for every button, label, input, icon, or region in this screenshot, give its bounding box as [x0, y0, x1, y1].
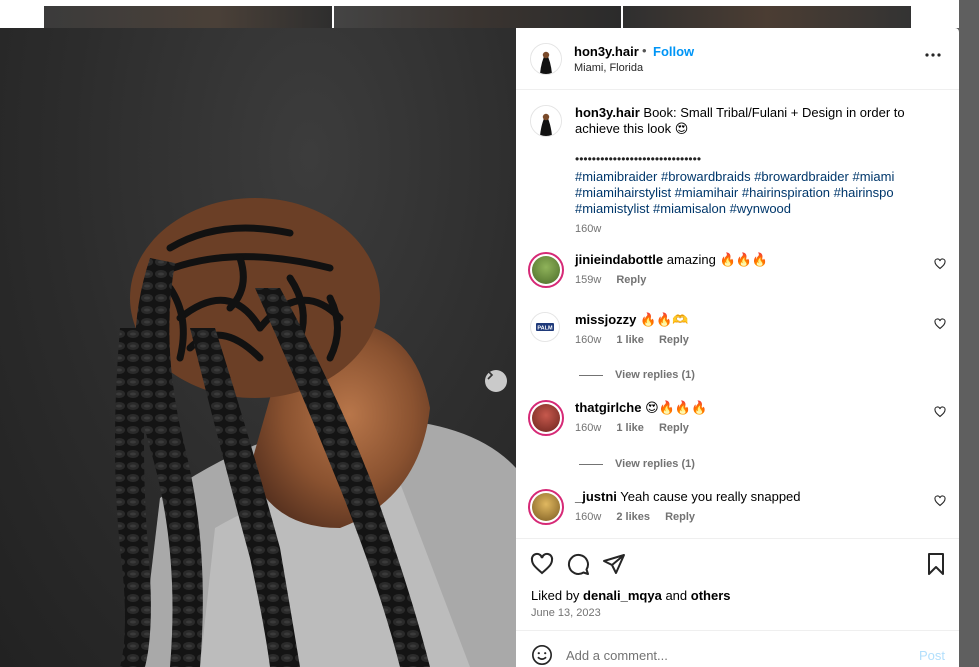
comment-meta: 160w 1 like Reply — [575, 422, 701, 434]
background-feed-strip — [0, 0, 979, 28]
background-thumbnail — [334, 6, 621, 28]
view-replies-label: View replies (1) — [615, 458, 695, 470]
post-comment-button[interactable]: Post — [919, 648, 945, 663]
avatar-image — [532, 256, 560, 284]
view-replies-button[interactable]: View replies (1) — [579, 458, 695, 470]
view-replies-label: View replies (1) — [615, 369, 695, 381]
caption-dots: •••••••••••••••••••••••••••••• — [575, 152, 702, 166]
heart-icon[interactable] — [530, 552, 554, 576]
comment-text-line: _justni Yeah cause you really snapped — [575, 489, 801, 505]
commenter-avatar[interactable] — [528, 489, 564, 525]
comment-icon[interactable] — [566, 552, 590, 576]
reply-button[interactable]: Reply — [616, 274, 646, 286]
comment-meta: 160w 1 like Reply — [575, 334, 701, 346]
comment-like-heart-icon[interactable] — [934, 406, 946, 418]
reply-button[interactable]: Reply — [665, 511, 695, 523]
comment-time: 160w — [575, 422, 602, 434]
comment-meta: 159w Reply — [575, 274, 658, 286]
commenter-avatar[interactable] — [528, 400, 564, 436]
post-caption: hon3y.hair Book: Small Tribal/Fulani + D… — [575, 105, 945, 137]
comment-text: 🔥🔥🫶 — [640, 312, 689, 327]
add-comment-bar: Post — [516, 630, 959, 667]
liked-by-and: and — [665, 588, 688, 603]
comment-likes[interactable]: 2 likes — [616, 511, 650, 523]
background-thumbnail — [44, 6, 332, 28]
caption-username[interactable]: hon3y.hair — [575, 105, 640, 120]
background-thumbnail — [623, 6, 911, 28]
overlay-edge — [959, 0, 979, 667]
avatar-image — [532, 404, 560, 432]
comment-like-heart-icon[interactable] — [934, 318, 946, 330]
comment-item: PALM missjozzy 🔥🔥🫶 160w 1 like Reply — [516, 312, 959, 362]
post-details-panel: hon3y.hair • Follow Miami, Florida hon3y… — [516, 28, 959, 667]
reply-button[interactable]: Reply — [659, 422, 689, 434]
comment-item: _justni Yeah cause you really snapped 16… — [516, 489, 959, 536]
braids-illustration — [115, 198, 516, 667]
caption-hashtags[interactable]: #miamibraider #browardbraids #browardbra… — [575, 169, 915, 217]
svg-text:PALM: PALM — [537, 326, 553, 332]
liked-by-user[interactable]: denali_mqya — [583, 588, 662, 603]
more-options-icon[interactable] — [923, 50, 943, 60]
avatar-image — [532, 493, 560, 521]
post-date[interactable]: June 13, 2023 — [531, 607, 601, 619]
comment-username[interactable]: jinieindabottle — [575, 252, 663, 267]
replies-line — [579, 374, 603, 376]
comment-text-line: jinieindabottle amazing 🔥🔥🔥 — [575, 252, 768, 268]
author-avatar[interactable] — [530, 43, 562, 75]
replies-line — [579, 463, 603, 465]
follow-button[interactable]: Follow — [653, 44, 694, 59]
caption-author-avatar[interactable] — [530, 105, 562, 137]
share-icon[interactable] — [602, 552, 626, 576]
comment-text: 😍🔥🔥🔥 — [645, 400, 708, 415]
liked-by-prefix: Liked by — [531, 588, 580, 603]
post-actions-bar: Liked by denali_mqya and others June 13,… — [516, 538, 959, 630]
avatar-image — [531, 44, 561, 74]
comment-username[interactable]: missjozzy — [575, 312, 636, 327]
comment-likes[interactable]: 1 like — [616, 334, 644, 346]
commenter-avatar[interactable]: PALM — [530, 312, 560, 342]
comment-time: 160w — [575, 334, 602, 346]
liked-by-text: Liked by denali_mqya and others — [531, 588, 731, 603]
comment-time: 159w — [575, 274, 602, 286]
author-username[interactable]: hon3y.hair — [574, 44, 639, 59]
commenter-avatar[interactable] — [528, 252, 564, 288]
comment-username[interactable]: thatgirlche — [575, 400, 641, 415]
comment-text-line: missjozzy 🔥🔥🫶 — [575, 312, 689, 328]
comment-like-heart-icon[interactable] — [934, 258, 946, 270]
comment-like-heart-icon[interactable] — [934, 495, 946, 507]
liked-by-others[interactable]: others — [691, 588, 731, 603]
comment-item: jinieindabottle amazing 🔥🔥🔥 159w Reply — [516, 252, 959, 302]
comment-text: amazing 🔥🔥🔥 — [666, 252, 769, 267]
reply-button[interactable]: Reply — [659, 334, 689, 346]
comment-time: 160w — [575, 511, 602, 523]
caption-timestamp: 160w — [575, 223, 602, 235]
chevron-right-icon — [487, 370, 494, 380]
comment-username[interactable]: _justni — [575, 489, 617, 504]
post-location[interactable]: Miami, Florida — [574, 62, 643, 74]
avatar-image — [531, 106, 561, 136]
emoji-icon[interactable] — [531, 644, 553, 666]
comment-item: thatgirlche 😍🔥🔥🔥 160w 1 like Reply — [516, 400, 959, 450]
next-photo-button[interactable] — [485, 370, 507, 392]
avatar-image: PALM — [531, 313, 559, 341]
comment-text-line: thatgirlche 😍🔥🔥🔥 — [575, 400, 707, 416]
post-header: hon3y.hair • Follow Miami, Florida — [516, 28, 959, 90]
bookmark-icon[interactable] — [924, 552, 948, 576]
comment-input[interactable] — [566, 648, 896, 663]
view-replies-button[interactable]: View replies (1) — [579, 369, 695, 381]
separator-dot: • — [642, 43, 647, 58]
post-photo — [0, 28, 516, 667]
comment-text: Yeah cause you really snapped — [620, 489, 801, 504]
comments-list[interactable]: hon3y.hair Book: Small Tribal/Fulani + D… — [516, 91, 959, 536]
comment-likes[interactable]: 1 like — [616, 422, 644, 434]
comment-meta: 160w 2 likes Reply — [575, 511, 707, 523]
